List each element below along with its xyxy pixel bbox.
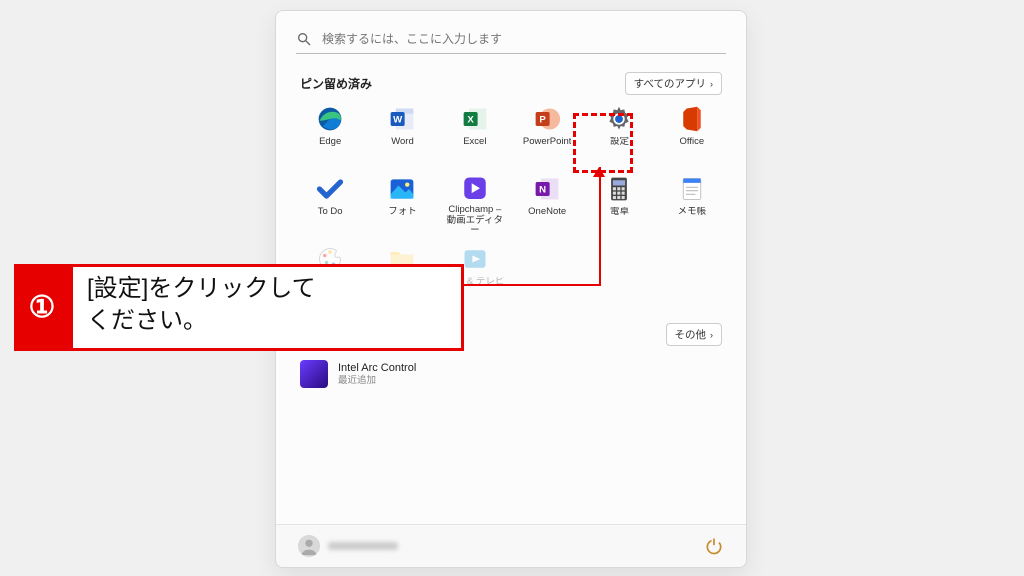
app-photos[interactable]: フォト xyxy=(366,173,438,235)
recommended-item[interactable]: Intel Arc Control 最近追加 xyxy=(300,356,722,392)
onenote-icon: N xyxy=(533,175,561,203)
excel-icon: X xyxy=(461,105,489,133)
app-onenote[interactable]: N OneNote xyxy=(511,173,583,235)
recommended-item-name: Intel Arc Control xyxy=(338,362,416,375)
app-todo[interactable]: To Do xyxy=(294,173,366,235)
user-name-blurred xyxy=(328,542,398,550)
chevron-right-icon: › xyxy=(710,330,713,340)
all-apps-label: すべてのアプリ xyxy=(634,76,706,91)
app-excel[interactable]: X Excel xyxy=(439,103,511,165)
calculator-icon xyxy=(605,175,633,203)
app-calculator[interactable]: 電卓 xyxy=(583,173,655,235)
chevron-right-icon: › xyxy=(710,79,713,89)
all-apps-button[interactable]: すべてのアプリ › xyxy=(625,72,722,95)
app-label: Office xyxy=(680,137,705,147)
word-icon: W xyxy=(388,105,416,133)
movies-icon xyxy=(461,245,489,273)
pinned-header: ピン留め済み すべてのアプリ › xyxy=(300,72,722,95)
app-label: Edge xyxy=(319,137,341,147)
search-field[interactable] xyxy=(296,25,726,54)
app-label: To Do xyxy=(318,207,343,217)
office-icon xyxy=(678,105,706,133)
app-label: Word xyxy=(391,137,414,147)
power-button[interactable] xyxy=(704,536,724,556)
svg-text:X: X xyxy=(467,115,474,126)
app-label: 設定 xyxy=(610,137,629,147)
todo-icon xyxy=(316,175,344,203)
app-label: Excel xyxy=(463,137,486,147)
recommended-item-sub: 最近追加 xyxy=(338,375,416,386)
search-icon xyxy=(296,31,312,47)
notepad-icon xyxy=(678,175,706,203)
recommended-more-label: その他 xyxy=(675,327,707,342)
photos-icon xyxy=(388,175,416,203)
app-office[interactable]: Office xyxy=(656,103,728,165)
svg-text:P: P xyxy=(540,115,547,126)
app-label: 電卓 xyxy=(610,207,629,217)
annotation-callout: ① [設定]をクリックして ください。 xyxy=(14,264,464,351)
user-avatar-icon xyxy=(298,535,320,557)
gear-icon xyxy=(605,105,633,133)
app-label: フォト xyxy=(388,207,417,217)
svg-text:N: N xyxy=(539,185,546,196)
app-edge[interactable]: Edge xyxy=(294,103,366,165)
recommended-more-button[interactable]: その他 › xyxy=(666,323,723,346)
app-clipchamp[interactable]: Clipchamp – 動画エディター xyxy=(439,173,511,235)
search-input[interactable] xyxy=(320,31,726,47)
svg-text:W: W xyxy=(394,115,404,126)
app-label: Clipchamp – 動画エディター xyxy=(443,205,507,235)
app-notepad[interactable]: メモ帳 xyxy=(656,173,728,235)
recommended-list: Intel Arc Control 最近追加 xyxy=(300,356,722,392)
powerpoint-icon: P xyxy=(533,105,561,133)
start-footer xyxy=(276,524,746,567)
app-label: OneNote xyxy=(528,207,566,217)
app-label: PowerPoint xyxy=(523,137,572,147)
annotation-step-number: ① xyxy=(14,264,70,351)
app-word[interactable]: W Word xyxy=(366,103,438,165)
app-label: メモ帳 xyxy=(678,207,707,217)
intel-arc-icon xyxy=(300,360,328,388)
app-powerpoint[interactable]: P PowerPoint xyxy=(511,103,583,165)
pinned-title: ピン留め済み xyxy=(300,75,372,92)
edge-icon xyxy=(316,105,344,133)
app-settings[interactable]: 設定 xyxy=(583,103,655,165)
user-account-button[interactable] xyxy=(298,535,398,557)
annotation-text: [設定]をクリックして ください。 xyxy=(70,264,464,351)
clipchamp-icon xyxy=(461,175,489,201)
